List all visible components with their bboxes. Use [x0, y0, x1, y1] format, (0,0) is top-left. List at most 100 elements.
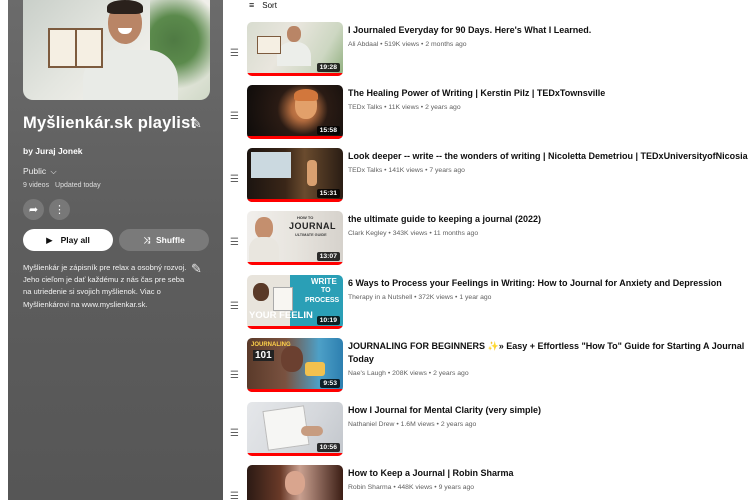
playlist-meta: 9 videos Updated today: [23, 182, 101, 189]
view-count: 1.6M views: [400, 421, 435, 428]
thumbnail-text: HOW TO: [297, 215, 314, 220]
view-count: 343K views: [392, 230, 428, 237]
upload-age: 11 months ago: [433, 230, 479, 237]
view-count: 141K views: [388, 167, 424, 174]
channel-name[interactable]: TEDx Talks: [348, 167, 382, 174]
video-title[interactable]: JOURNALING FOR BEGINNERS ✨» Easy + Effor…: [348, 340, 748, 366]
share-button[interactable]: ➦: [23, 199, 44, 220]
video-meta: Clark Kegley • 343K views • 11 months ag…: [348, 230, 479, 237]
video-meta: Ali Abdaal • 519K views • 2 months ago: [348, 41, 467, 48]
video-title[interactable]: The Healing Power of Writing | Kerstin P…: [348, 87, 748, 100]
drag-handle-icon[interactable]: ☰: [230, 428, 239, 439]
video-title[interactable]: How to Keep a Journal | Robin Sharma: [348, 467, 748, 480]
drag-handle-icon[interactable]: ☰: [230, 174, 239, 185]
progress-bar: [247, 136, 343, 139]
thumbnail-text: 101: [253, 350, 274, 361]
progress-bar: [247, 199, 343, 202]
view-count: 519K views: [384, 41, 420, 48]
video-title[interactable]: Look deeper -- write -- the wonders of w…: [348, 150, 748, 163]
duration-badge: 10:19: [316, 316, 340, 325]
play-all-button[interactable]: ▶ Play all: [23, 229, 113, 251]
shuffle-button[interactable]: ⤨ Shuffle: [119, 229, 209, 251]
video-title[interactable]: I Journaled Everyday for 90 Days. Here's…: [348, 24, 748, 37]
drag-handle-icon[interactable]: ☰: [230, 111, 239, 122]
video-row[interactable]: ☰ 15:31 Look deeper -- write -- the wond…: [230, 148, 750, 208]
video-count: 9 videos: [23, 182, 50, 189]
playlist-owner[interactable]: by Juraj Jonek: [23, 146, 83, 156]
updated-text: Updated today: [55, 182, 101, 189]
play-icon: ▶: [46, 234, 53, 245]
pencil-icon[interactable]: ✎: [191, 261, 202, 277]
video-row[interactable]: ☰ HOW TO JOURNAL ULTIMATE GUIDE 13:07 th…: [230, 211, 750, 271]
duration-badge: 19:28: [316, 63, 340, 72]
video-row[interactable]: ☰ 19:28 I Journaled Everyday for 90 Days…: [230, 22, 750, 82]
more-vert-icon: ⋮: [54, 204, 65, 216]
video-meta: Nathaniel Drew • 1.6M views • 2 years ag…: [348, 421, 477, 428]
progress-bar: [247, 389, 343, 392]
video-row[interactable]: ☰ JOURNALING 101 9:53 JOURNALING FOR BEG…: [230, 338, 750, 398]
channel-name[interactable]: Ali Abdaal: [348, 41, 378, 48]
share-icon: ➦: [28, 204, 39, 216]
playlist-hero-thumbnail[interactable]: [23, 0, 210, 100]
video-thumbnail[interactable]: 15:31: [247, 148, 343, 202]
shuffle-icon: ⤨: [143, 234, 150, 245]
view-count: 372K views: [418, 294, 454, 301]
privacy-label: Public: [23, 166, 47, 176]
channel-name[interactable]: Nathaniel Drew: [348, 421, 394, 428]
view-count: 448K views: [397, 484, 433, 491]
video-title[interactable]: 6 Ways to Process your Feelings in Writi…: [348, 277, 748, 290]
thumbnail-text: TO: [321, 287, 331, 294]
upload-age: 2 years ago: [440, 421, 477, 428]
drag-handle-icon[interactable]: ☰: [230, 301, 239, 312]
drag-handle-icon[interactable]: ☰: [230, 237, 239, 248]
view-count: 11K views: [388, 104, 419, 111]
video-thumbnail[interactable]: 15:58: [247, 85, 343, 139]
duration-badge: 15:58: [316, 126, 340, 135]
sort-button[interactable]: ≡ Sort: [249, 0, 277, 10]
video-thumbnail[interactable]: HOW TO JOURNAL ULTIMATE GUIDE 13:07: [247, 211, 343, 265]
duration-badge: 13:07: [316, 252, 340, 261]
video-row[interactable]: ☰ WRITE TO PROCESS YOUR FEELIN 10:19 6 W…: [230, 275, 750, 335]
privacy-dropdown[interactable]: Public ⌵: [23, 166, 57, 177]
video-row[interactable]: ☰ How to Keep a Journal | Robin Sharma R…: [230, 465, 750, 500]
drag-handle-icon[interactable]: ☰: [230, 370, 239, 381]
drag-handle-icon[interactable]: ☰: [230, 491, 239, 500]
upload-age: 2 years ago: [425, 104, 461, 111]
channel-name[interactable]: Therapy in a Nutshell: [348, 294, 412, 301]
video-meta: Robin Sharma • 448K views • 9 years ago: [348, 484, 475, 491]
chevron-down-icon: ⌵: [50, 167, 57, 176]
video-row[interactable]: ☰ 15:58 The Healing Power of Writing | K…: [230, 85, 750, 145]
channel-name[interactable]: TEDx Talks: [348, 104, 382, 111]
channel-name[interactable]: Clark Kegley: [348, 230, 387, 237]
thumbnail-text: PROCESS: [305, 297, 340, 304]
video-row[interactable]: ☰ 10:56 How I Journal for Mental Clarity…: [230, 402, 750, 462]
duration-badge: 10:56: [316, 443, 340, 452]
video-thumbnail[interactable]: 10:56: [247, 402, 343, 456]
upload-age: 1 year ago: [459, 294, 492, 301]
channel-name[interactable]: Robin Sharma: [348, 484, 391, 491]
shuffle-label: Shuffle: [156, 235, 185, 245]
more-button[interactable]: ⋮: [49, 199, 70, 220]
video-meta: Therapy in a Nutshell • 372K views • 1 y…: [348, 294, 492, 301]
thumbnail-text: WRITE: [311, 277, 337, 286]
playlist-header-panel: Myšlienkár.sk playlist ✎ by Juraj Jonek …: [8, 0, 223, 500]
video-thumbnail[interactable]: WRITE TO PROCESS YOUR FEELIN 10:19: [247, 275, 343, 329]
video-meta: Nae's Laugh • 208K views • 2 years ago: [348, 370, 469, 377]
upload-age: 7 years ago: [429, 167, 465, 174]
drag-handle-icon[interactable]: ☰: [230, 48, 239, 59]
channel-name[interactable]: Nae's Laugh: [348, 370, 386, 377]
duration-badge: 9:53: [320, 379, 340, 388]
video-title[interactable]: How I Journal for Mental Clarity (very s…: [348, 404, 748, 417]
sort-icon: ≡: [249, 0, 255, 10]
upload-age: 2 months ago: [425, 41, 467, 48]
video-thumbnail[interactable]: [247, 465, 343, 500]
video-thumbnail[interactable]: JOURNALING 101 9:53: [247, 338, 343, 392]
pencil-icon[interactable]: ✎: [191, 116, 202, 132]
thumbnail-text: ULTIMATE GUIDE: [295, 233, 327, 237]
video-title[interactable]: the ultimate guide to keeping a journal …: [348, 213, 748, 226]
video-meta: TEDx Talks • 11K views • 2 years ago: [348, 104, 461, 111]
video-thumbnail[interactable]: 19:28: [247, 22, 343, 76]
progress-bar: [247, 453, 343, 456]
playlist-title: Myšlienkár.sk playlist: [23, 114, 197, 132]
thumbnail-text: YOUR FEELIN: [249, 310, 313, 321]
